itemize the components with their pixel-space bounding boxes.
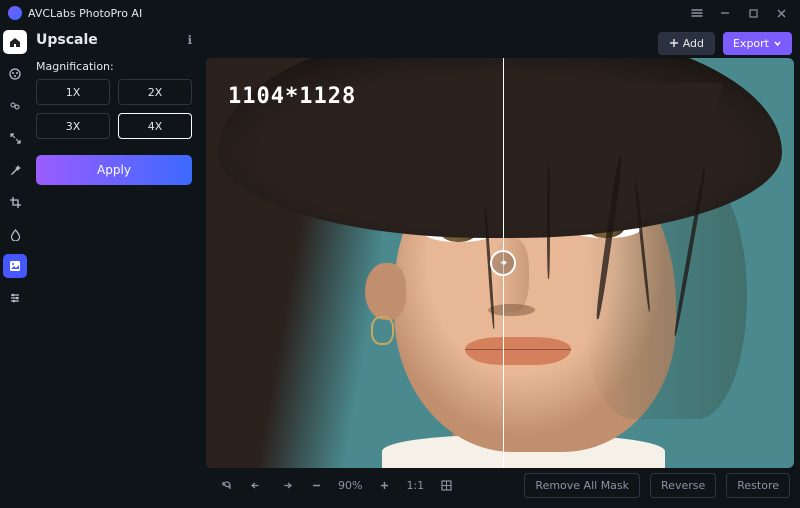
tool-upscale[interactable] [3, 254, 27, 278]
tool-settings[interactable] [3, 286, 27, 310]
export-button[interactable]: Export [723, 32, 792, 55]
tool-wand[interactable] [3, 158, 27, 182]
mag-2x[interactable]: 2X [118, 79, 192, 105]
zoom-in-icon[interactable] [374, 475, 394, 495]
tool-crop[interactable] [3, 190, 27, 214]
tool-home[interactable] [3, 30, 27, 54]
canvas-area: Add Export [202, 26, 800, 508]
plus-icon [669, 38, 679, 48]
menu-icon[interactable] [686, 2, 708, 24]
titlebar: AVCLabs PhotoPro AI [0, 0, 800, 26]
mag-3x[interactable]: 3X [36, 113, 110, 139]
close-button[interactable] [770, 2, 792, 24]
tool-expand[interactable] [3, 126, 27, 150]
tool-column [0, 26, 30, 508]
dimensions-overlay: 1104*1128 [228, 84, 356, 109]
fit-icon[interactable] [436, 475, 456, 495]
side-panel: Upscale ℹ Magnification: 1X 2X 3X 4X App… [30, 26, 202, 508]
export-label: Export [733, 37, 769, 50]
app-logo-icon [8, 6, 22, 20]
panel-title: Upscale [36, 32, 98, 48]
redo-icon[interactable] [276, 475, 296, 495]
zoom-text: 90% [336, 479, 364, 492]
maximize-button[interactable] [742, 2, 764, 24]
tool-adjust[interactable] [3, 222, 27, 246]
info-icon[interactable]: ℹ [187, 33, 192, 47]
mag-4x[interactable]: 4X [118, 113, 192, 139]
minimize-button[interactable] [714, 2, 736, 24]
remove-mask-button[interactable]: Remove All Mask [524, 473, 640, 498]
undo-icon[interactable] [246, 475, 266, 495]
add-label: Add [683, 37, 704, 50]
mag-1x[interactable]: 1X [36, 79, 110, 105]
tool-face[interactable] [3, 94, 27, 118]
tool-colorize[interactable] [3, 62, 27, 86]
image-viewport[interactable]: 1104*1128 ◂▸ [206, 58, 794, 468]
add-button[interactable]: Add [658, 32, 715, 55]
bottom-toolbar: 90% 1:1 Remove All Mask Reverse Restore [206, 468, 794, 502]
ratio-label[interactable]: 1:1 [404, 479, 426, 492]
app-name: AVCLabs PhotoPro AI [28, 7, 142, 20]
zoom-out-icon[interactable] [306, 475, 326, 495]
magnification-label: Magnification: [36, 60, 192, 73]
restore-button[interactable]: Restore [726, 473, 790, 498]
refresh-icon[interactable] [216, 475, 236, 495]
reverse-button[interactable]: Reverse [650, 473, 716, 498]
compare-slider-handle[interactable]: ◂▸ [490, 250, 516, 276]
apply-button[interactable]: Apply [36, 155, 192, 185]
chevron-down-icon [773, 39, 782, 48]
